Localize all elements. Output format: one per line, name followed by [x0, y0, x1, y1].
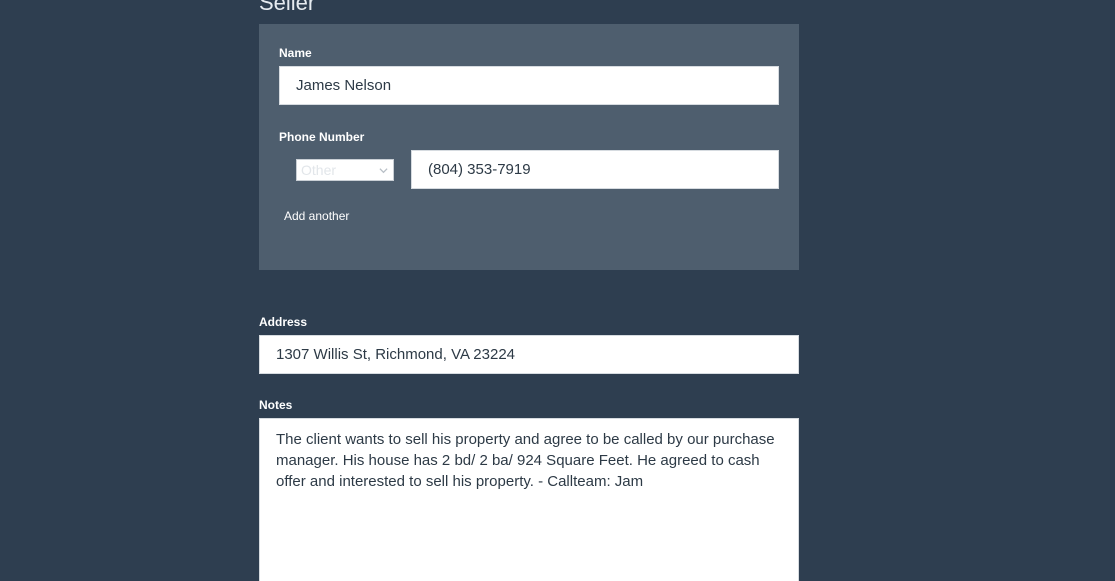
address-label: Address: [259, 315, 308, 329]
notes-label: Notes: [259, 398, 293, 412]
address-input[interactable]: [259, 335, 799, 374]
notes-textarea[interactable]: The client wants to sell his property an…: [259, 418, 799, 581]
seller-panel: Name Phone Number Other Add another: [259, 24, 799, 270]
name-input[interactable]: [279, 66, 779, 105]
phone-number-input[interactable]: [411, 150, 779, 189]
page: Seller Name Phone Number Other Add anoth…: [0, 0, 1115, 581]
phone-type-select[interactable]: Other: [296, 159, 394, 181]
phone-number-label: Phone Number: [279, 130, 365, 144]
chevron-down-icon: [379, 168, 388, 174]
section-title: Seller: [259, 0, 316, 15]
name-label: Name: [279, 46, 312, 60]
add-another-link[interactable]: Add another: [284, 209, 349, 223]
phone-type-value: Other: [301, 162, 337, 178]
